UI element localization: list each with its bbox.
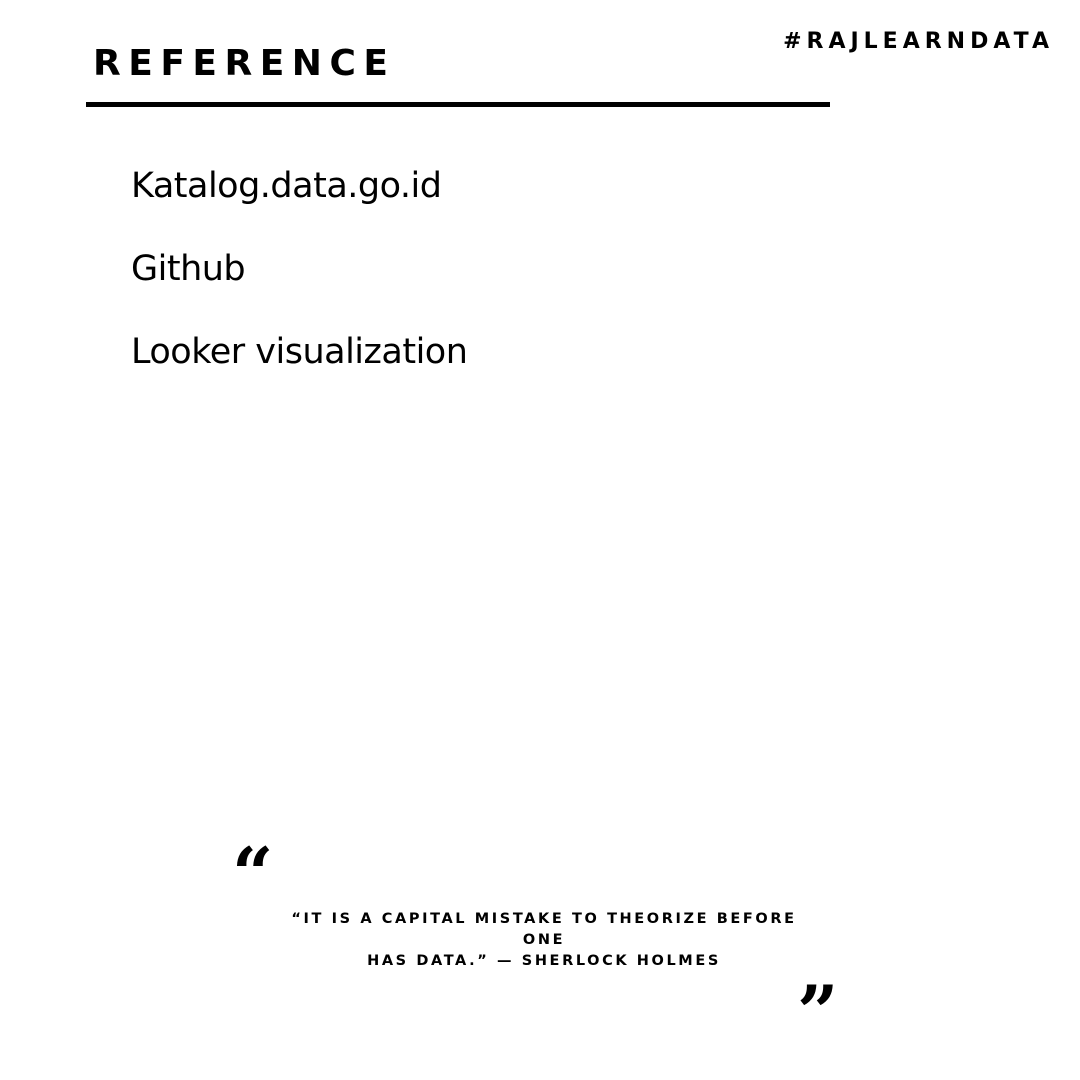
quote-text: “IT IS A CAPITAL MISTAKE TO THEORIZE BEF… xyxy=(270,909,818,972)
open-quote-icon: “ xyxy=(232,831,274,916)
title-underline xyxy=(86,102,830,107)
reference-item-github: Github xyxy=(131,249,246,289)
quote-line-2: HAS DATA.” — SHERLOCK HOLMES xyxy=(367,953,721,969)
page-title: REFERENCE xyxy=(93,43,396,84)
reference-list: Katalog.data.go.id Github Looker visuali… xyxy=(131,162,468,411)
quote-line-1: “IT IS A CAPITAL MISTAKE TO THEORIZE BEF… xyxy=(291,911,797,948)
reference-item-looker: Looker visualization xyxy=(131,332,468,372)
hashtag: #RAJLEARNDATA xyxy=(783,29,1054,54)
reference-item-katalog: Katalog.data.go.id xyxy=(131,166,442,206)
close-quote-icon: ” xyxy=(797,969,839,1054)
